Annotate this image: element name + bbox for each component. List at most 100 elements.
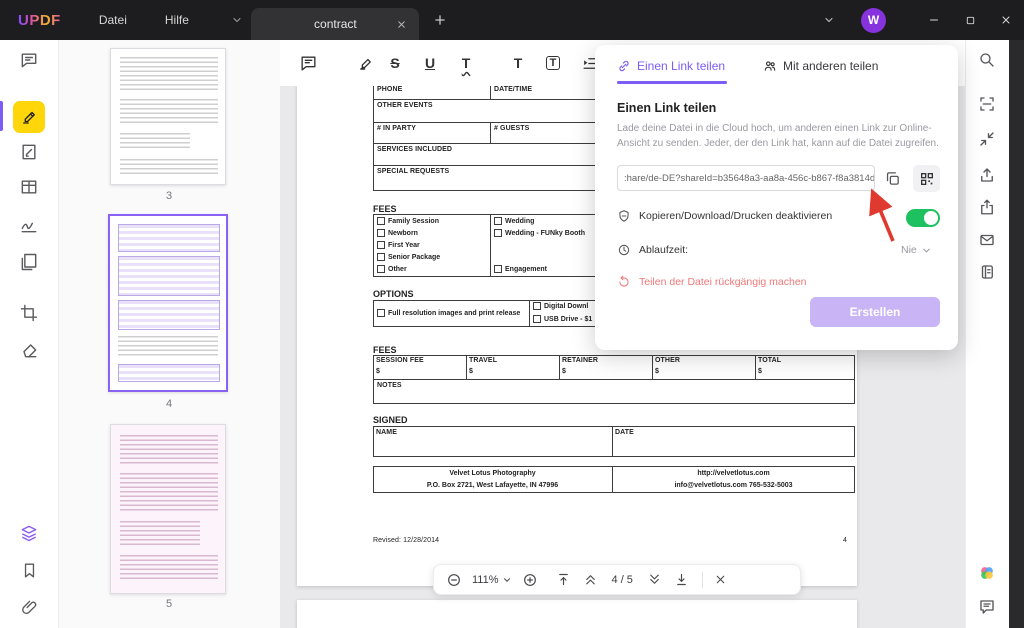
organize-tool-button[interactable]: [17, 175, 41, 199]
thumbnail-page-5[interactable]: [110, 424, 226, 594]
maximize-button[interactable]: [952, 0, 988, 40]
thumb-text-lines: [120, 521, 200, 547]
text-box-icon[interactable]: T: [541, 51, 565, 75]
attachment-button[interactable]: [17, 595, 41, 619]
company-address: P.O. Box 2721, West Lafayette, IN 47996: [426, 481, 559, 489]
fee-option: Senior Package: [388, 253, 441, 261]
checkbox: [377, 253, 385, 261]
tab-share-people[interactable]: Mit anderen teilen: [763, 59, 878, 73]
crop-tool-button[interactable]: [17, 301, 41, 325]
active-tab-underline: [617, 81, 727, 84]
notebook-icon[interactable]: [976, 261, 998, 283]
col-header: RETAINER: [562, 357, 599, 364]
titlebar-chevron-icon[interactable]: [823, 14, 835, 26]
tab-close-icon[interactable]: [396, 19, 407, 30]
restrict-label: Kopieren/Download/Drucken deaktivieren: [639, 210, 833, 222]
name-label: NAME: [376, 429, 398, 436]
col-header: TRAVEL: [469, 357, 498, 364]
underline-icon[interactable]: U: [418, 51, 442, 75]
divider: [490, 122, 491, 144]
special-requests-label: SPECIAL REQUESTS: [377, 168, 450, 175]
company-block: Velvet Lotus Photography P.O. Box 2721, …: [373, 468, 612, 492]
highlighter-icon[interactable]: [353, 51, 377, 75]
page-indicator[interactable]: 4 / 5: [612, 574, 633, 586]
col-header: SESSION FEE: [376, 357, 424, 364]
go-first-page-button[interactable]: [556, 572, 571, 587]
document-tab[interactable]: contract: [250, 8, 419, 40]
export-icon[interactable]: [976, 164, 998, 186]
previous-page-button[interactable]: [583, 572, 598, 587]
eraser-tool-button[interactable]: [17, 338, 41, 362]
zoom-chevron-icon[interactable]: [502, 575, 512, 585]
next-page-button[interactable]: [647, 572, 662, 587]
share-link-input[interactable]: :hare/de-DE?shareId=b35648a3-aa8a-456c-b…: [617, 165, 875, 191]
revoke-share-link[interactable]: Teilen der Datei rückgängig machen: [617, 275, 807, 289]
squiggly-underline-icon[interactable]: T: [454, 51, 478, 75]
checkbox: [494, 229, 502, 237]
option-label: Full resolution images and print release: [388, 309, 521, 317]
tab-list-chevron-icon[interactable]: [231, 14, 243, 26]
pdf-page-5-partial[interactable]: [297, 600, 857, 628]
undo-icon: [617, 275, 631, 289]
menu-datei[interactable]: Datei: [99, 13, 127, 27]
minimize-button[interactable]: [916, 0, 952, 40]
zoom-out-button[interactable]: [446, 572, 462, 588]
strikethrough-icon[interactable]: S: [383, 51, 407, 75]
comment-note-icon[interactable]: [296, 51, 320, 75]
updf-window: UPDF Datei Hilfe contract W 3 4 5 S U T …: [0, 0, 1024, 628]
toggle-knob: [924, 211, 938, 225]
thumb-form-block: [118, 364, 220, 382]
thumb-text-lines: [120, 555, 218, 579]
thumbnail-page-3[interactable]: [110, 48, 226, 185]
signature-tool-button[interactable]: [17, 213, 41, 237]
bookmark-button[interactable]: [17, 558, 41, 582]
go-last-page-button[interactable]: [674, 572, 689, 587]
option-label: USB Drive - $1: [544, 315, 593, 323]
window-close-button[interactable]: [988, 0, 1024, 40]
close-bar-button[interactable]: [714, 573, 727, 586]
date-label: DATE: [615, 429, 634, 436]
text-comment-icon[interactable]: T: [506, 51, 530, 75]
mail-icon[interactable]: [976, 229, 998, 251]
thumbnail-panel: 3 4 5: [58, 40, 280, 628]
divider: [755, 355, 756, 380]
layers-button[interactable]: [17, 521, 41, 545]
ai-sticker-icon[interactable]: [976, 562, 998, 584]
ocr-icon[interactable]: [976, 93, 998, 115]
tab-share-link[interactable]: Einen Link teilen: [617, 59, 725, 73]
link-icon: [617, 59, 631, 73]
pages-tool-button[interactable]: [17, 250, 41, 274]
share-icon[interactable]: [976, 196, 998, 218]
highlight-tool-button-active[interactable]: [13, 101, 45, 133]
comment-tool-button[interactable]: [17, 48, 41, 72]
divider: [466, 355, 467, 380]
tab-share-link-label: Einen Link teilen: [637, 59, 726, 73]
new-tab-button[interactable]: [433, 13, 447, 27]
compress-icon[interactable]: [976, 128, 998, 150]
qr-code-button[interactable]: [913, 165, 940, 192]
company-name: Velvet Lotus Photography: [449, 470, 536, 477]
copy-link-button[interactable]: [882, 168, 902, 188]
checkbox: [533, 315, 541, 323]
restrict-toggle-on[interactable]: [906, 209, 940, 227]
expiry-select[interactable]: Nie: [901, 244, 932, 256]
fee-option: Family Session: [388, 217, 439, 225]
user-avatar[interactable]: W: [861, 7, 886, 33]
cell-value: $: [562, 368, 566, 375]
cell-value: $: [758, 368, 762, 375]
people-icon: [763, 59, 777, 73]
feedback-chat-icon[interactable]: [976, 596, 998, 618]
search-icon[interactable]: [976, 49, 998, 71]
services-label: SERVICES INCLUDED: [377, 146, 453, 153]
menu-hilfe[interactable]: Hilfe: [165, 13, 189, 27]
zoom-level[interactable]: 111%: [472, 574, 499, 586]
zoom-in-button[interactable]: [522, 572, 538, 588]
thumbnail-page-4-selected[interactable]: [108, 214, 228, 392]
right-tool-rail: [965, 40, 1009, 628]
phone-label: PHONE: [377, 86, 403, 93]
create-button[interactable]: Erstellen: [810, 297, 940, 327]
fill-sign-tool-button[interactable]: [17, 140, 41, 164]
expiry-label: Ablaufzeit:: [639, 244, 689, 256]
tab-share-people-label: Mit anderen teilen: [783, 59, 879, 73]
fee-option: Engagement: [505, 265, 548, 273]
